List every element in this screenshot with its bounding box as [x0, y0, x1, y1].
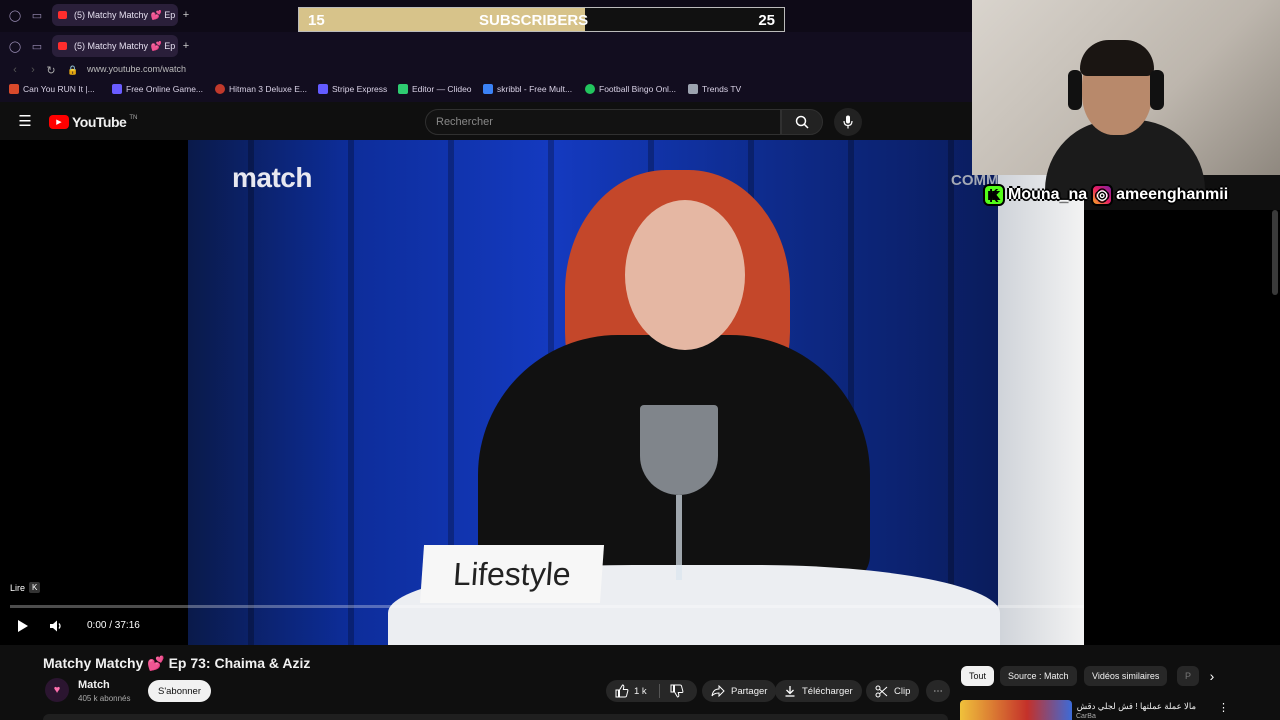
workspace-icon[interactable]: ▭ — [28, 6, 46, 24]
instagram-icon: ◎ — [1091, 184, 1114, 206]
opera-icon[interactable]: ◯ — [6, 6, 24, 24]
lock-icon: 🔒 — [67, 64, 79, 75]
stream-social-overlay: K Mouna_na ◎ ameenghanmii — [983, 180, 1278, 210]
streamer-headphones — [1150, 70, 1164, 110]
video-time: 0:00 / 37:16 — [87, 620, 140, 631]
heart-icon: ♥ — [53, 684, 61, 696]
streamer-headphones — [1068, 70, 1082, 110]
bookmark-favicon-icon — [688, 84, 698, 94]
browser-tab-bar-secondary: ◯ ▭ (5) Matchy Matchy 💕 Ep + — [0, 32, 972, 60]
browser-tab[interactable]: (5) Matchy Matchy 💕 Ep — [52, 35, 178, 57]
video-wall — [998, 140, 1084, 645]
bookmark-favicon-icon — [318, 84, 328, 94]
channel-avatar[interactable]: ♥ — [45, 678, 69, 702]
download-icon — [785, 686, 795, 697]
match-logo: match — [232, 162, 312, 193]
video-glass-stem — [676, 495, 682, 580]
address-bar: ‹ › ↻ 🔒 www.youtube.com/watch — [0, 60, 972, 80]
video-name-card: Lifestyle — [419, 545, 605, 603]
opera-icon[interactable]: ◯ — [6, 37, 24, 55]
related-video-thumbnail[interactable] — [960, 700, 1072, 720]
play-button[interactable] — [13, 616, 33, 636]
kick-handle: K Mouna_na — [983, 184, 1087, 206]
new-tab-button[interactable]: + — [177, 6, 195, 24]
subscriber-goal-label: SUBSCRIBERS — [479, 12, 589, 29]
kick-icon: K — [983, 184, 1005, 206]
description-box-edge[interactable] — [43, 714, 948, 720]
youtube-play-icon: ▶ — [49, 115, 69, 129]
bookmark-item[interactable]: Editor — Clideo — [398, 84, 472, 94]
youtube-favicon-icon — [58, 11, 67, 19]
share-button[interactable]: Partager — [702, 680, 777, 702]
instagram-handle: ◎ ameenghanmii — [1091, 184, 1228, 206]
microphone-icon — [843, 115, 853, 129]
bookmark-item[interactable]: Football Bingo Onl... — [585, 84, 676, 94]
streamer-hair — [1080, 40, 1154, 76]
video-person-face — [625, 200, 745, 350]
voice-search-button[interactable] — [834, 108, 862, 136]
subscriber-goal-bar: 15 SUBSCRIBERS 25 — [298, 7, 785, 32]
subscriber-goal-target: 25 — [758, 12, 775, 29]
url-field[interactable]: www.youtube.com/watch — [87, 64, 186, 74]
search-input[interactable]: Rechercher — [425, 109, 781, 135]
video-progress-bar[interactable] — [10, 605, 1084, 608]
thumbs-up-icon — [615, 684, 629, 698]
bookmark-item[interactable]: Free Online Game... — [112, 84, 203, 94]
subscriber-goal-current: 15 — [308, 12, 325, 29]
page-scrollbar[interactable] — [1272, 210, 1278, 295]
related-video-channel[interactable]: CarBa — [1076, 713, 1096, 720]
forward-icon[interactable]: › — [24, 61, 42, 79]
volume-button[interactable] — [46, 616, 66, 636]
workspace-icon[interactable]: ▭ — [28, 37, 46, 55]
channel-subscriber-count: 405 k abonnés — [78, 694, 131, 703]
scissors-icon — [875, 685, 888, 697]
search-icon — [795, 115, 809, 129]
bookmark-favicon-icon — [112, 84, 122, 94]
bookmark-item[interactable]: Stripe Express — [318, 84, 387, 94]
share-icon — [711, 685, 725, 697]
reload-icon[interactable]: ↻ — [42, 61, 60, 79]
side-panel-background — [1084, 210, 1280, 645]
clip-button[interactable]: Clip — [866, 680, 920, 702]
download-button[interactable]: Télécharger — [775, 680, 862, 702]
bookmark-item[interactable]: Trends TV — [688, 84, 741, 94]
related-video-title[interactable]: مالا عملة عملتها ! فش لجلي دقش — [1076, 701, 1196, 712]
like-button[interactable]: 1 k — [615, 684, 647, 698]
bookmark-item[interactable]: Hitman 3 Deluxe E... — [215, 84, 307, 94]
bookmarks-bar: Can You RUN It |... Free Online Game... … — [0, 80, 972, 102]
play-tooltip: Lire K — [10, 582, 41, 593]
chip-partial[interactable]: P — [1177, 666, 1199, 686]
subscribe-button[interactable]: S'abonner — [148, 680, 211, 702]
like-dislike-group: 1 k — [606, 680, 697, 702]
thumbs-down-icon — [670, 684, 684, 698]
channel-name[interactable]: Match — [78, 679, 110, 691]
bookmark-item[interactable]: Can You RUN It |... — [9, 84, 95, 94]
more-actions-button[interactable]: ⋯ — [926, 680, 950, 702]
chip-similar-videos[interactable]: Vidéos similaires — [1084, 666, 1168, 686]
video-title: Matchy Matchy 💕 Ep 73: Chaima & Aziz — [43, 655, 311, 671]
bookmark-favicon-icon — [9, 84, 19, 94]
dislike-button[interactable] — [670, 684, 684, 698]
new-tab-button[interactable]: + — [177, 37, 195, 55]
related-more-icon[interactable]: ⋮ — [1218, 701, 1229, 714]
browser-tab[interactable]: (5) Matchy Matchy 💕 Ep — [52, 4, 178, 26]
menu-icon[interactable]: ☰ — [16, 112, 34, 130]
bookmark-item[interactable]: skribbl - Free Mult... — [483, 84, 572, 94]
chip-all[interactable]: Tout — [961, 666, 995, 686]
more-icon: ⋯ — [933, 685, 943, 697]
bookmark-favicon-icon — [483, 84, 493, 94]
chevron-right-icon[interactable]: › — [1203, 667, 1221, 685]
search-button[interactable] — [781, 109, 823, 135]
chip-source-match[interactable]: Source : Match — [1000, 666, 1077, 686]
video-glass — [640, 405, 718, 495]
bookmark-favicon-icon — [215, 84, 225, 94]
bookmark-favicon-icon — [398, 84, 408, 94]
back-icon[interactable]: ‹ — [6, 61, 24, 79]
volume-icon — [50, 620, 61, 632]
bookmark-favicon-icon — [585, 84, 595, 94]
play-icon — [18, 620, 28, 632]
youtube-favicon-icon — [58, 42, 67, 50]
youtube-logo[interactable]: ▶ YouTube TN — [49, 114, 137, 130]
